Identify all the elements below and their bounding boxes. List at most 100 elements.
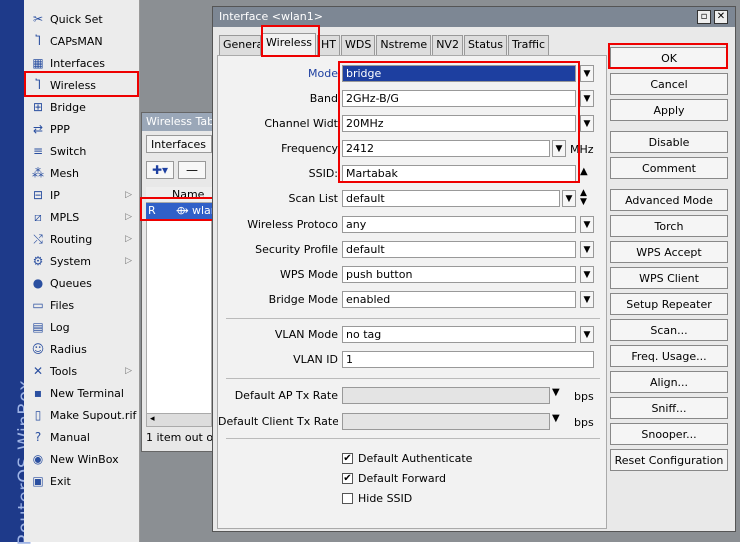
default-ap-tx-rate-input[interactable]	[342, 387, 550, 404]
tab-wds[interactable]: WDS	[341, 35, 376, 55]
sniff-button[interactable]: Sniff...	[610, 397, 728, 419]
scan-list-updown-icon[interactable]: ▲ ▼	[580, 189, 587, 207]
checkbox-box[interactable]: ✔	[342, 473, 353, 484]
ssid-input[interactable]: Martabak	[342, 165, 576, 182]
checkbox-label: Hide SSID	[358, 492, 413, 505]
menu-item-switch[interactable]: ≡ Switch	[26, 140, 138, 162]
menu-item-capsman[interactable]: Ⴈ CAPsMAN	[26, 30, 138, 52]
menu-item-tools[interactable]: ✕ Tools ▷	[26, 360, 138, 382]
wireless-protocol-select[interactable]: any	[342, 216, 576, 233]
menu-item-system[interactable]: ⚙ System ▷	[26, 250, 138, 272]
wps-client-button[interactable]: WPS Client	[610, 267, 728, 289]
cancel-button[interactable]: Cancel	[610, 73, 728, 95]
menu-item-wireless[interactable]: Ⴈ Wireless	[26, 74, 138, 96]
table-row[interactable]: R ⟴ wlan	[146, 203, 214, 219]
add-button[interactable]: ✚▾	[146, 161, 174, 179]
disable-button[interactable]: Disable	[610, 131, 728, 153]
ssid-collapse-icon[interactable]: ▲	[580, 166, 588, 177]
menu-item-label: Wireless	[50, 78, 97, 92]
vlan-mode-dropdown-icon[interactable]: ▼	[580, 326, 594, 343]
scan-button[interactable]: Scan...	[610, 319, 728, 341]
tab-general[interactable]: General	[219, 35, 261, 55]
menu-item-interfaces[interactable]: ▦ Interfaces	[26, 52, 138, 74]
menu-item-files[interactable]: ▭ Files	[26, 294, 138, 316]
menu-item-ip[interactable]: ⊟ IP ▷	[26, 184, 138, 206]
tab-nv2[interactable]: NV2	[432, 35, 463, 55]
tab-interfaces[interactable]: Interfaces	[146, 135, 212, 153]
tab-nstreme[interactable]: Nstreme	[376, 35, 432, 55]
bridge-mode-select[interactable]: enabled	[342, 291, 576, 308]
restore-icon[interactable]: ▫	[697, 10, 711, 24]
checkbox-hide-ssid[interactable]: Hide SSID	[342, 492, 412, 505]
menu-item-label: Radius	[50, 342, 87, 356]
default-client-tx-rate-input[interactable]	[342, 413, 550, 430]
wps-mode-select[interactable]: push button	[342, 266, 576, 283]
wps-accept-button[interactable]: WPS Accept	[610, 241, 728, 263]
menu-item-bridge[interactable]: ⊞ Bridge	[26, 96, 138, 118]
apply-button[interactable]: Apply	[610, 99, 728, 121]
horizontal-scrollbar[interactable]: ◂	[146, 413, 212, 427]
menu-item-radius[interactable]: ☺ Radius	[26, 338, 138, 360]
menu-item-ppp[interactable]: ⇄ PPP	[26, 118, 138, 140]
menu-item-log[interactable]: ▤ Log	[26, 316, 138, 338]
submenu-arrow-icon: ▷	[125, 256, 132, 266]
band-dropdown-icon[interactable]: ▼	[580, 90, 594, 107]
security-profile-dropdown-icon[interactable]: ▼	[580, 241, 594, 258]
security-profile-select[interactable]: default	[342, 241, 576, 258]
tab-ht[interactable]: HT	[317, 35, 341, 55]
band-select[interactable]: 2GHz-B/G	[342, 90, 576, 107]
wireless-protocol-dropdown-icon[interactable]: ▼	[580, 216, 594, 233]
interface-dialog: Interface <wlan1> ▫ ✕ GeneralWirelessHTW…	[212, 6, 736, 532]
default-ap-tx-rate-dropdown-icon[interactable]: ▼	[552, 387, 560, 398]
vlan-mode-select[interactable]: no tag	[342, 326, 576, 343]
frequency-dropdown-icon[interactable]: ▼	[552, 140, 566, 157]
exit-icon: ▣	[32, 474, 44, 488]
menu-item-mpls[interactable]: ⧄ MPLS ▷	[26, 206, 138, 228]
checkbox-default-authenticate[interactable]: ✔ Default Authenticate	[342, 452, 472, 465]
checkbox-box[interactable]: ✔	[342, 453, 353, 464]
ok-button[interactable]: OK	[610, 47, 728, 69]
menu-item-label: System	[50, 254, 92, 268]
wireless-tables-title[interactable]: Wireless Tab	[142, 113, 214, 131]
interfaces-icon: ▦	[32, 56, 44, 70]
menu-item-manual[interactable]: ? Manual	[26, 426, 138, 448]
channel-width-dropdown-icon[interactable]: ▼	[580, 115, 594, 132]
snooper-button[interactable]: Snooper...	[610, 423, 728, 445]
tab-wireless[interactable]: Wireless	[262, 33, 317, 55]
mode-select[interactable]: bridge	[342, 65, 576, 82]
vlan-id-input[interactable]: 1	[342, 351, 594, 368]
tab-status[interactable]: Status	[463, 35, 508, 55]
close-icon[interactable]: ✕	[714, 10, 728, 24]
menu-item-make-supout-rif[interactable]: ▯ Make Supout.rif	[26, 404, 138, 426]
scan-list-select[interactable]: default	[342, 190, 560, 207]
channel-width-select[interactable]: 20MHz	[342, 115, 576, 132]
menu-item-quick-set[interactable]: ✂ Quick Set	[26, 8, 138, 30]
default-client-tx-rate-dropdown-icon[interactable]: ▼	[552, 413, 560, 424]
checkbox-box[interactable]	[342, 493, 353, 504]
menu-item-routing[interactable]: ⤭ Routing ▷	[26, 228, 138, 250]
checkbox-default-forward[interactable]: ✔ Default Forward	[342, 472, 446, 485]
scroll-left-icon[interactable]: ◂	[150, 414, 155, 424]
bridge-mode-dropdown-icon[interactable]: ▼	[580, 291, 594, 308]
menu-item-queues[interactable]: ● Queues	[26, 272, 138, 294]
scan-list-dropdown-icon[interactable]: ▼	[562, 190, 576, 207]
menu-item-mesh[interactable]: ⁂ Mesh	[26, 162, 138, 184]
remove-button[interactable]: —	[178, 161, 206, 179]
column-name[interactable]: Name	[172, 188, 204, 201]
dialog-title[interactable]: Interface <wlan1>	[213, 7, 735, 27]
tab-traffic[interactable]: Traffic	[508, 35, 550, 55]
advanced-mode-button[interactable]: Advanced Mode	[610, 189, 728, 211]
wps-mode-dropdown-icon[interactable]: ▼	[580, 266, 594, 283]
menu-item-exit[interactable]: ▣ Exit	[26, 470, 138, 492]
align-button[interactable]: Align...	[610, 371, 728, 393]
menu-item-new-winbox[interactable]: ◉ New WinBox	[26, 448, 138, 470]
setup-repeater-button[interactable]: Setup Repeater	[610, 293, 728, 315]
freq-usage-button[interactable]: Freq. Usage...	[610, 345, 728, 367]
mode-dropdown-icon[interactable]: ▼	[580, 65, 594, 82]
frequency-select[interactable]: 2412	[342, 140, 550, 157]
torch-button[interactable]: Torch	[610, 215, 728, 237]
menu-item-new-terminal[interactable]: ▪ New Terminal	[26, 382, 138, 404]
wlan-icon: ⟴	[176, 204, 189, 217]
reset-configuration-button[interactable]: Reset Configuration	[610, 449, 728, 471]
comment-button[interactable]: Comment	[610, 157, 728, 179]
